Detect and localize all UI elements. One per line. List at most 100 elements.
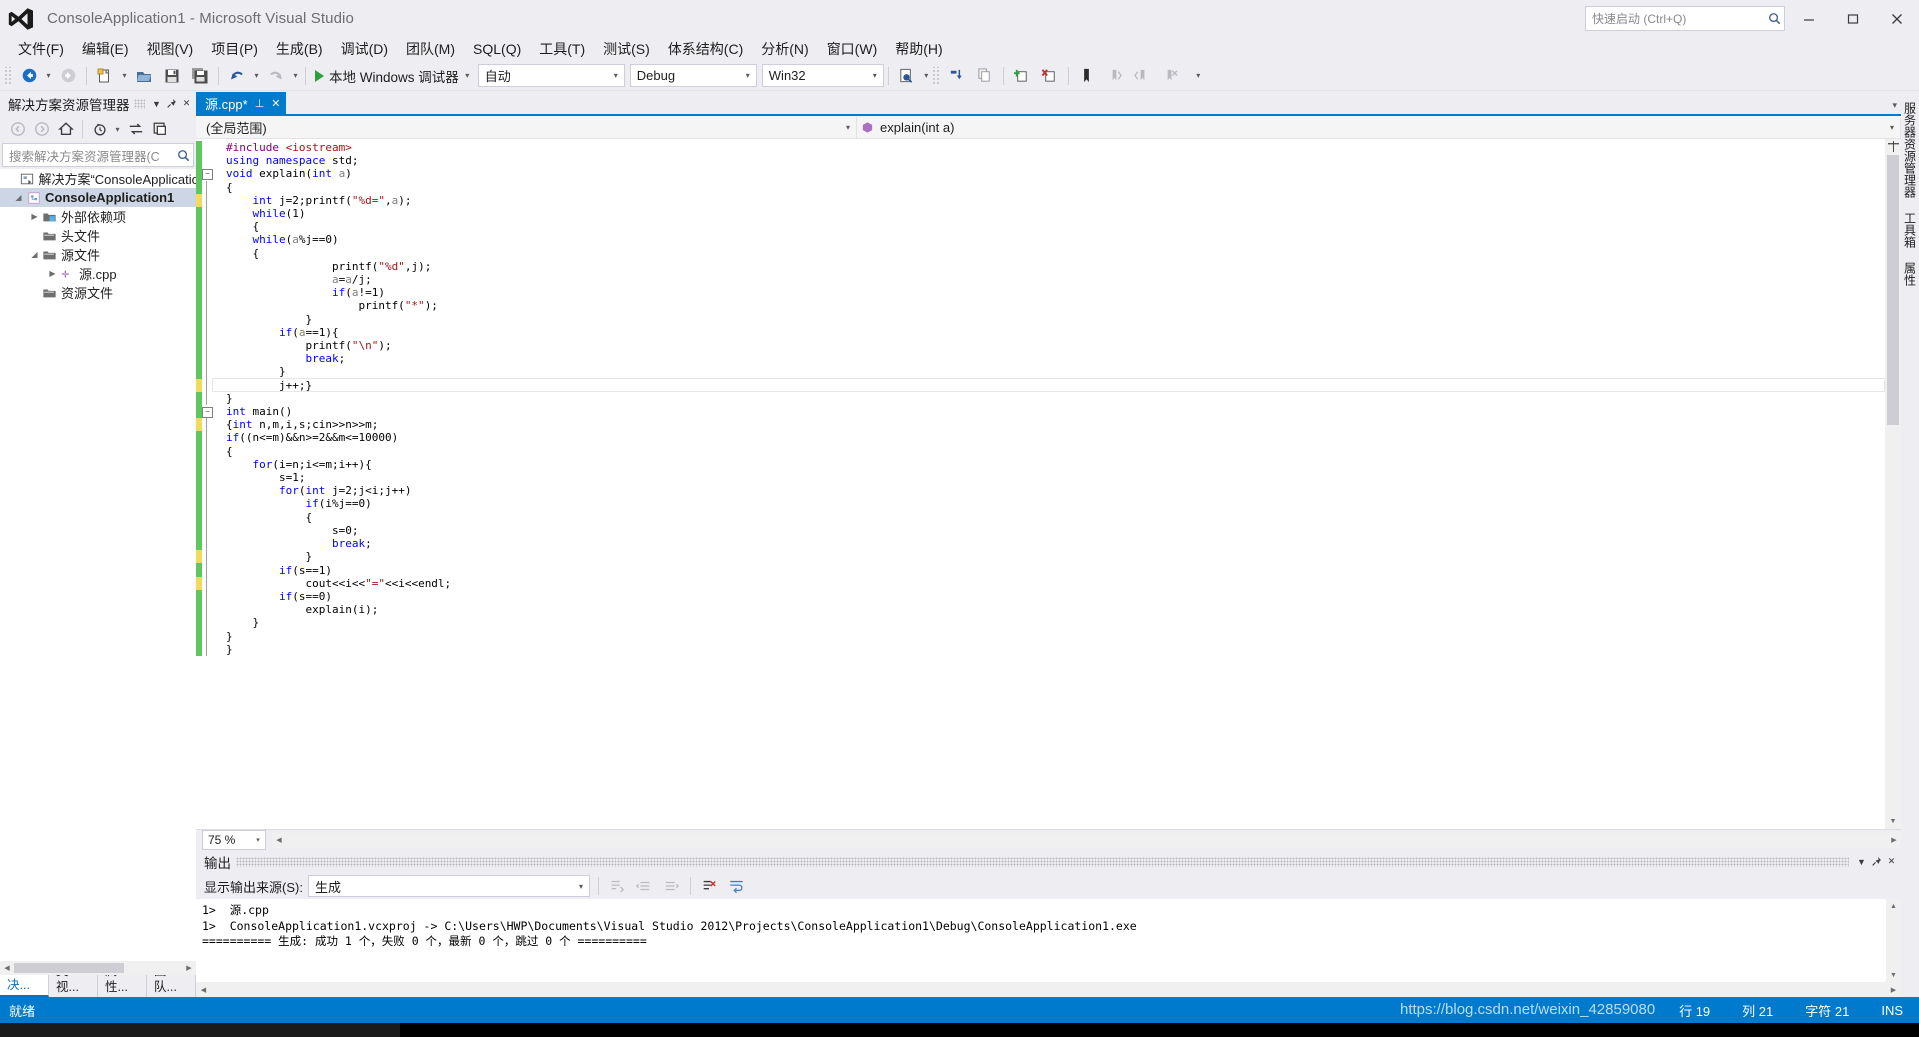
panel-drag-dots[interactable] [236, 856, 1849, 867]
debug-target-combo[interactable]: 自动 ▾ [477, 64, 625, 87]
output-source-combo[interactable]: 生成 ▾ [307, 875, 590, 897]
menu-build[interactable]: 生成(B) [267, 38, 332, 60]
chevron-down-icon[interactable]: ▼ [1854, 853, 1869, 871]
dock-tab-server-explorer[interactable]: 服务器资源管理器 [1900, 95, 1919, 205]
scroll-left-icon[interactable]: ◀ [272, 836, 286, 844]
toolbar-grip-2[interactable] [931, 66, 941, 85]
scroll-up-icon[interactable]: ▲ [1886, 899, 1901, 913]
search-icon[interactable] [173, 149, 193, 162]
output-vertical-scrollbar[interactable]: ▲ ▼ [1886, 899, 1901, 982]
toggle-word-wrap-icon[interactable] [724, 875, 749, 897]
navigate-forward-icon[interactable] [54, 64, 82, 88]
back-dropdown-icon[interactable]: ▾ [43, 71, 54, 80]
menu-debug[interactable]: 调试(D) [332, 38, 397, 60]
close-icon[interactable]: ✕ [179, 95, 194, 113]
menu-tools[interactable]: 工具(T) [530, 38, 594, 60]
dock-tab-toolbox[interactable]: 工具箱 [1900, 205, 1919, 255]
undo-icon[interactable] [223, 64, 251, 88]
new-project-dropdown-icon[interactable]: ▾ [119, 71, 130, 80]
menu-sql[interactable]: SQL(Q) [464, 38, 530, 60]
redo-dropdown-icon[interactable]: ▾ [290, 71, 301, 80]
tree-item-source-cpp[interactable]: ▶ ✛ 源.cpp [0, 264, 196, 283]
pin-icon[interactable] [1869, 853, 1884, 871]
remove-item-icon[interactable] [1036, 64, 1064, 88]
open-file-icon[interactable] [130, 64, 158, 88]
pending-changes-icon[interactable] [88, 118, 111, 140]
tree-item-resource-files[interactable]: 资源文件 [0, 283, 196, 302]
menu-team[interactable]: 团队(M) [397, 38, 464, 60]
add-item-icon[interactable] [1008, 64, 1036, 88]
menu-analyze[interactable]: 分析(N) [752, 38, 817, 60]
search-icon[interactable] [1764, 12, 1784, 25]
close-button[interactable] [1875, 0, 1919, 37]
solution-explorer-hscrollbar[interactable]: ◀ ▶ [0, 961, 196, 975]
scroll-left-icon[interactable]: ◀ [196, 986, 211, 994]
menu-window[interactable]: 窗口(W) [818, 38, 887, 60]
find-dropdown-icon[interactable]: ▾ [921, 71, 932, 80]
previous-message-icon[interactable] [632, 875, 657, 897]
pin-icon[interactable]: ⊥ [255, 97, 265, 110]
scope-combo[interactable]: (全局范围) ▾ [196, 116, 857, 138]
solution-explorer-search-input[interactable]: 搜索解决方案资源管理器(C [2, 143, 194, 167]
toolbar-overflow-icon[interactable]: ▾ [1193, 71, 1204, 80]
menu-architecture[interactable]: 体系结构(C) [659, 38, 752, 60]
scroll-down-icon[interactable]: ▼ [1885, 814, 1901, 829]
start-debugging-dropdown-icon[interactable]: ▾ [462, 71, 473, 80]
menu-project[interactable]: 项目(P) [202, 38, 267, 60]
solution-configuration-combo[interactable]: Debug ▾ [629, 64, 757, 87]
chevron-expanded-icon[interactable]: ◢ [12, 193, 25, 202]
menu-edit[interactable]: 编辑(E) [73, 38, 138, 60]
step-into-icon[interactable] [943, 64, 971, 88]
tree-item-external-dependencies[interactable]: ▶ 外部依赖项 [0, 207, 196, 226]
next-message-icon[interactable] [659, 875, 684, 897]
home-icon[interactable] [54, 118, 77, 140]
chevron-collapsed-icon[interactable]: ▶ [46, 269, 59, 278]
tree-item-project[interactable]: ◢ ConsoleApplication1 [0, 188, 196, 207]
output-body[interactable]: 1> 源.cpp 1> ConsoleApplication1.vcxproj … [196, 899, 1901, 982]
back-icon[interactable] [6, 118, 29, 140]
navigate-back-icon[interactable] [15, 64, 43, 88]
scroll-thumb[interactable] [1887, 155, 1899, 425]
maximize-button[interactable] [1831, 0, 1875, 37]
tree-item-source-files[interactable]: ◢ 源文件 [0, 245, 196, 264]
find-in-files-icon[interactable] [893, 64, 921, 88]
pending-changes-dropdown-icon[interactable]: ▾ [112, 125, 123, 134]
menu-test[interactable]: 测试(S) [594, 38, 659, 60]
code-text-area[interactable]: #include <iostream> using namespace std;… [212, 139, 1885, 829]
close-icon[interactable]: ✕ [271, 97, 280, 110]
start-debugging-button[interactable]: 本地 Windows 调试器 [310, 64, 462, 88]
editor-horizontal-scrollbar[interactable]: ◀ ▶ [272, 832, 1901, 848]
zoom-combo[interactable]: 75 % ▾ [202, 830, 266, 850]
pin-icon[interactable] [164, 95, 179, 113]
go-to-message-icon[interactable] [605, 875, 630, 897]
new-project-icon[interactable] [91, 64, 119, 88]
scroll-down-icon[interactable]: ▼ [1886, 968, 1901, 982]
source-code[interactable]: #include <iostream> using namespace std;… [212, 139, 1885, 656]
show-all-files-icon[interactable] [148, 118, 171, 140]
scroll-thumb[interactable] [14, 963, 124, 973]
copy-icon[interactable] [971, 64, 999, 88]
menu-view[interactable]: 视图(V) [138, 38, 203, 60]
output-text[interactable]: 1> 源.cpp 1> ConsoleApplication1.vcxproj … [196, 899, 1886, 982]
tab-list-icon[interactable]: ▾ [1892, 100, 1897, 111]
chevron-down-icon[interactable]: ▼ [149, 95, 164, 113]
member-combo[interactable]: explain(int a) ▾ [857, 116, 1901, 138]
chevron-expanded-icon[interactable]: ◢ [28, 250, 41, 259]
scroll-right-icon[interactable]: ▶ [1887, 836, 1901, 844]
menu-file[interactable]: 文件(F) [9, 38, 73, 60]
clear-all-icon[interactable] [697, 875, 722, 897]
forward-icon[interactable] [30, 118, 53, 140]
previous-bookmark-icon[interactable] [1101, 64, 1129, 88]
save-all-icon[interactable] [186, 64, 214, 88]
chevron-collapsed-icon[interactable]: ▶ [28, 212, 41, 221]
panel-drag-dots[interactable] [133, 98, 145, 109]
output-horizontal-scrollbar[interactable]: ◀ ▶ [196, 982, 1901, 997]
undo-dropdown-icon[interactable]: ▾ [251, 71, 262, 80]
menu-help[interactable]: 帮助(H) [886, 38, 951, 60]
minimize-button[interactable] [1787, 0, 1831, 37]
next-bookmark-icon[interactable] [1129, 64, 1157, 88]
tree-item-header-files[interactable]: 头文件 [0, 226, 196, 245]
code-surface[interactable]: − − #include <iostream> using namespace s… [196, 139, 1901, 829]
sync-with-active-document-icon[interactable] [124, 118, 147, 140]
quick-launch-input[interactable]: 快速启动 (Ctrl+Q) [1585, 6, 1785, 31]
